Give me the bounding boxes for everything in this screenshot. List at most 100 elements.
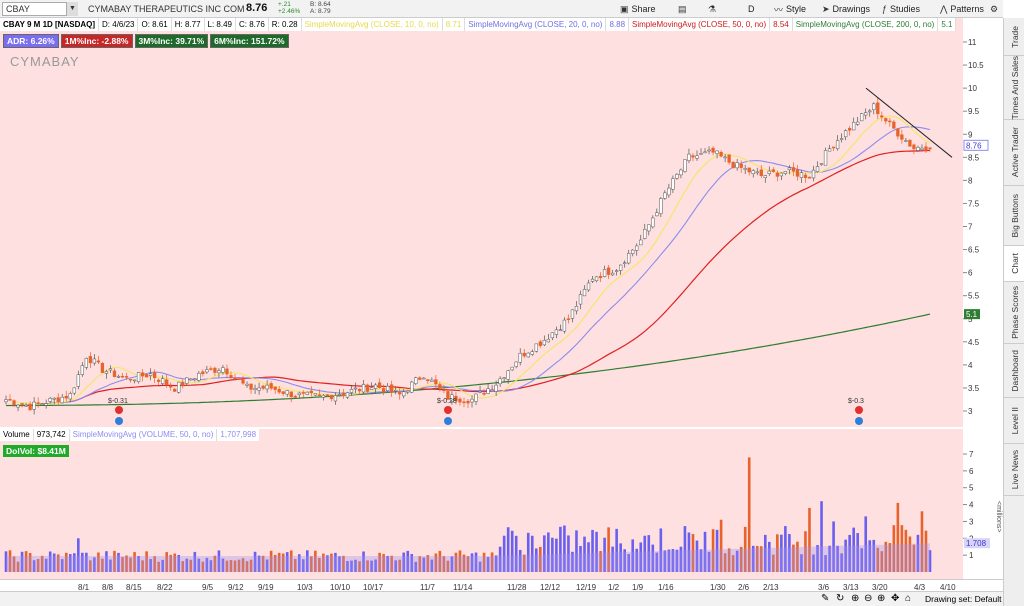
candle-up: [550, 332, 555, 339]
candle-up: [647, 224, 651, 232]
candle-up: [313, 393, 317, 396]
symbol-dropdown-icon[interactable]: ▼: [66, 2, 78, 16]
candle-up: [787, 167, 792, 170]
candle-down: [759, 169, 763, 176]
candle-up: [414, 377, 418, 384]
price-tick-label: 7.5: [968, 199, 980, 208]
candle-up: [486, 388, 490, 394]
time-axis[interactable]: 8/1 8/8 8/15 8/22 9/5 9/12 9/19 10/3 10/10 10/17 1…: [0, 579, 1003, 592]
legend-sma200-value: 5.1: [938, 18, 957, 31]
candle-up: [779, 172, 784, 177]
candle-up: [546, 339, 550, 343]
candle-down: [169, 385, 173, 388]
candle-up: [189, 378, 193, 381]
candle-down: [908, 139, 912, 147]
top-toolbar: CBAY ▼ CYMABAY THERAPEUTICS INC COM 8.76…: [0, 0, 1003, 18]
home-icon[interactable]: ⌂: [905, 593, 911, 604]
tab-live-news[interactable]: Live News: [1004, 444, 1024, 496]
tab-chart[interactable]: Chart: [1004, 246, 1024, 282]
bid-value: B: 8.64: [310, 1, 331, 8]
tab-dashboard[interactable]: Dashboard: [1004, 344, 1024, 398]
candle-up: [502, 377, 506, 379]
candle-up: [643, 229, 647, 239]
tab-big-buttons[interactable]: Big Buttons: [1004, 186, 1024, 246]
tab-times-and-sales[interactable]: Times And Sales: [1004, 56, 1024, 120]
candle-up: [614, 270, 619, 272]
dividend-marker-icon: [444, 417, 452, 425]
candle-up: [345, 392, 350, 398]
candle-down: [281, 391, 285, 394]
period-button[interactable]: D: [748, 2, 755, 16]
candle-up: [4, 399, 8, 403]
volume-unit-label: <millions>: [995, 501, 1002, 533]
candle-up: [783, 171, 788, 174]
tab-trade[interactable]: Trade: [1004, 18, 1024, 56]
volume-sma-area: [6, 543, 930, 572]
symbol-text: CBAY: [6, 4, 30, 14]
tab-level-ii[interactable]: Level II: [1004, 398, 1024, 444]
candle-up: [253, 388, 257, 390]
zoom-in-icon[interactable]: ⊕: [877, 593, 885, 604]
legend-sma10[interactable]: SimpleMovingAvg (CLOSE, 10, 0, no): [301, 18, 443, 31]
candle-up: [48, 398, 52, 402]
candle-up: [490, 389, 494, 391]
candle-down: [269, 383, 273, 389]
candle-down: [381, 388, 386, 393]
volume-chart-canvas[interactable]: [0, 429, 963, 579]
price-tick-label: 6.5: [968, 246, 980, 255]
pan-icon[interactable]: ✥: [891, 593, 899, 604]
legend-sma20[interactable]: SimpleMovingAvg (CLOSE, 20, 0, no): [465, 18, 607, 31]
candle-down: [896, 128, 900, 137]
candle-up: [534, 343, 538, 352]
candle-up: [265, 384, 269, 390]
volume-axis[interactable]: 7654321<millions>1.708: [963, 429, 1003, 579]
tab-active-trader[interactable]: Active Trader: [1004, 120, 1024, 186]
settings-button[interactable]: ⚙: [990, 2, 998, 16]
patterns-button[interactable]: ⋀ Patterns: [940, 2, 984, 16]
candle-up: [872, 103, 876, 111]
candle-down: [771, 169, 775, 172]
volume-sma-label[interactable]: SimpleMovingAvg (VOLUME, 50, 0, no): [70, 429, 218, 441]
sma200-axis-label: 5.1: [966, 310, 978, 319]
candle-up: [116, 376, 121, 378]
drawing-tool-icon[interactable]: ✎: [821, 593, 829, 604]
share-button[interactable]: ▣ Share: [620, 2, 656, 16]
candle-up: [558, 329, 563, 331]
candle-up: [245, 383, 249, 386]
drawing-set[interactable]: Drawing set: Default: [925, 594, 1002, 604]
candle-down: [201, 371, 205, 375]
dividend-marker-icon: [115, 417, 123, 425]
legend-sma200[interactable]: SimpleMovingAvg (CLOSE, 200, 0, no): [792, 18, 939, 31]
candle-up: [430, 379, 434, 382]
price-axis[interactable]: 11 10.5 10 9.5 9 8.5 8 7.5 7 6.5 6 5.5 5 4.5 4 3.5 3 8.76…: [963, 18, 1003, 427]
candle-up: [751, 170, 755, 174]
studies-button[interactable]: ƒ Studies: [882, 2, 920, 16]
candle-down: [140, 372, 145, 377]
zoom-out-icon[interactable]: ⊖: [864, 593, 872, 604]
price-tick-label: 10: [968, 84, 977, 93]
price-chart-canvas[interactable]: $-0.31 $-0.28 $-0.3: [0, 18, 963, 427]
candle-down: [791, 167, 796, 172]
candle-down: [807, 176, 812, 179]
crosshair-icon[interactable]: ⊕: [851, 593, 859, 604]
notes-button[interactable]: ▤: [678, 2, 687, 16]
flask-button[interactable]: ⚗: [708, 2, 716, 16]
volume-chart[interactable]: Volume 973,742 SimpleMovingAvg (VOLUME, …: [0, 429, 963, 579]
legend-sma50[interactable]: SimpleMovingAvg (CLOSE, 50, 0, no): [629, 18, 771, 31]
candle-up: [494, 384, 498, 392]
patterns-icon: ⋀: [940, 3, 948, 14]
price-chart[interactable]: $-0.31 $-0.28 $-0.3: [0, 18, 963, 427]
style-button[interactable]: 〰 Style: [774, 2, 806, 16]
candle-up: [823, 150, 828, 166]
candle-up: [506, 370, 510, 380]
candle-down: [181, 381, 185, 386]
candle-up: [177, 381, 181, 393]
candle-up: [635, 245, 639, 251]
sync-icon[interactable]: ↻: [836, 593, 844, 604]
price-tick-label: 6: [968, 269, 973, 278]
candle-up: [767, 170, 771, 174]
candle-up: [864, 112, 868, 116]
legend-low: L: 8.49: [204, 18, 236, 31]
drawings-button[interactable]: ➤ Drawings: [822, 2, 870, 16]
tab-phase-scores[interactable]: Phase Scores: [1004, 282, 1024, 344]
